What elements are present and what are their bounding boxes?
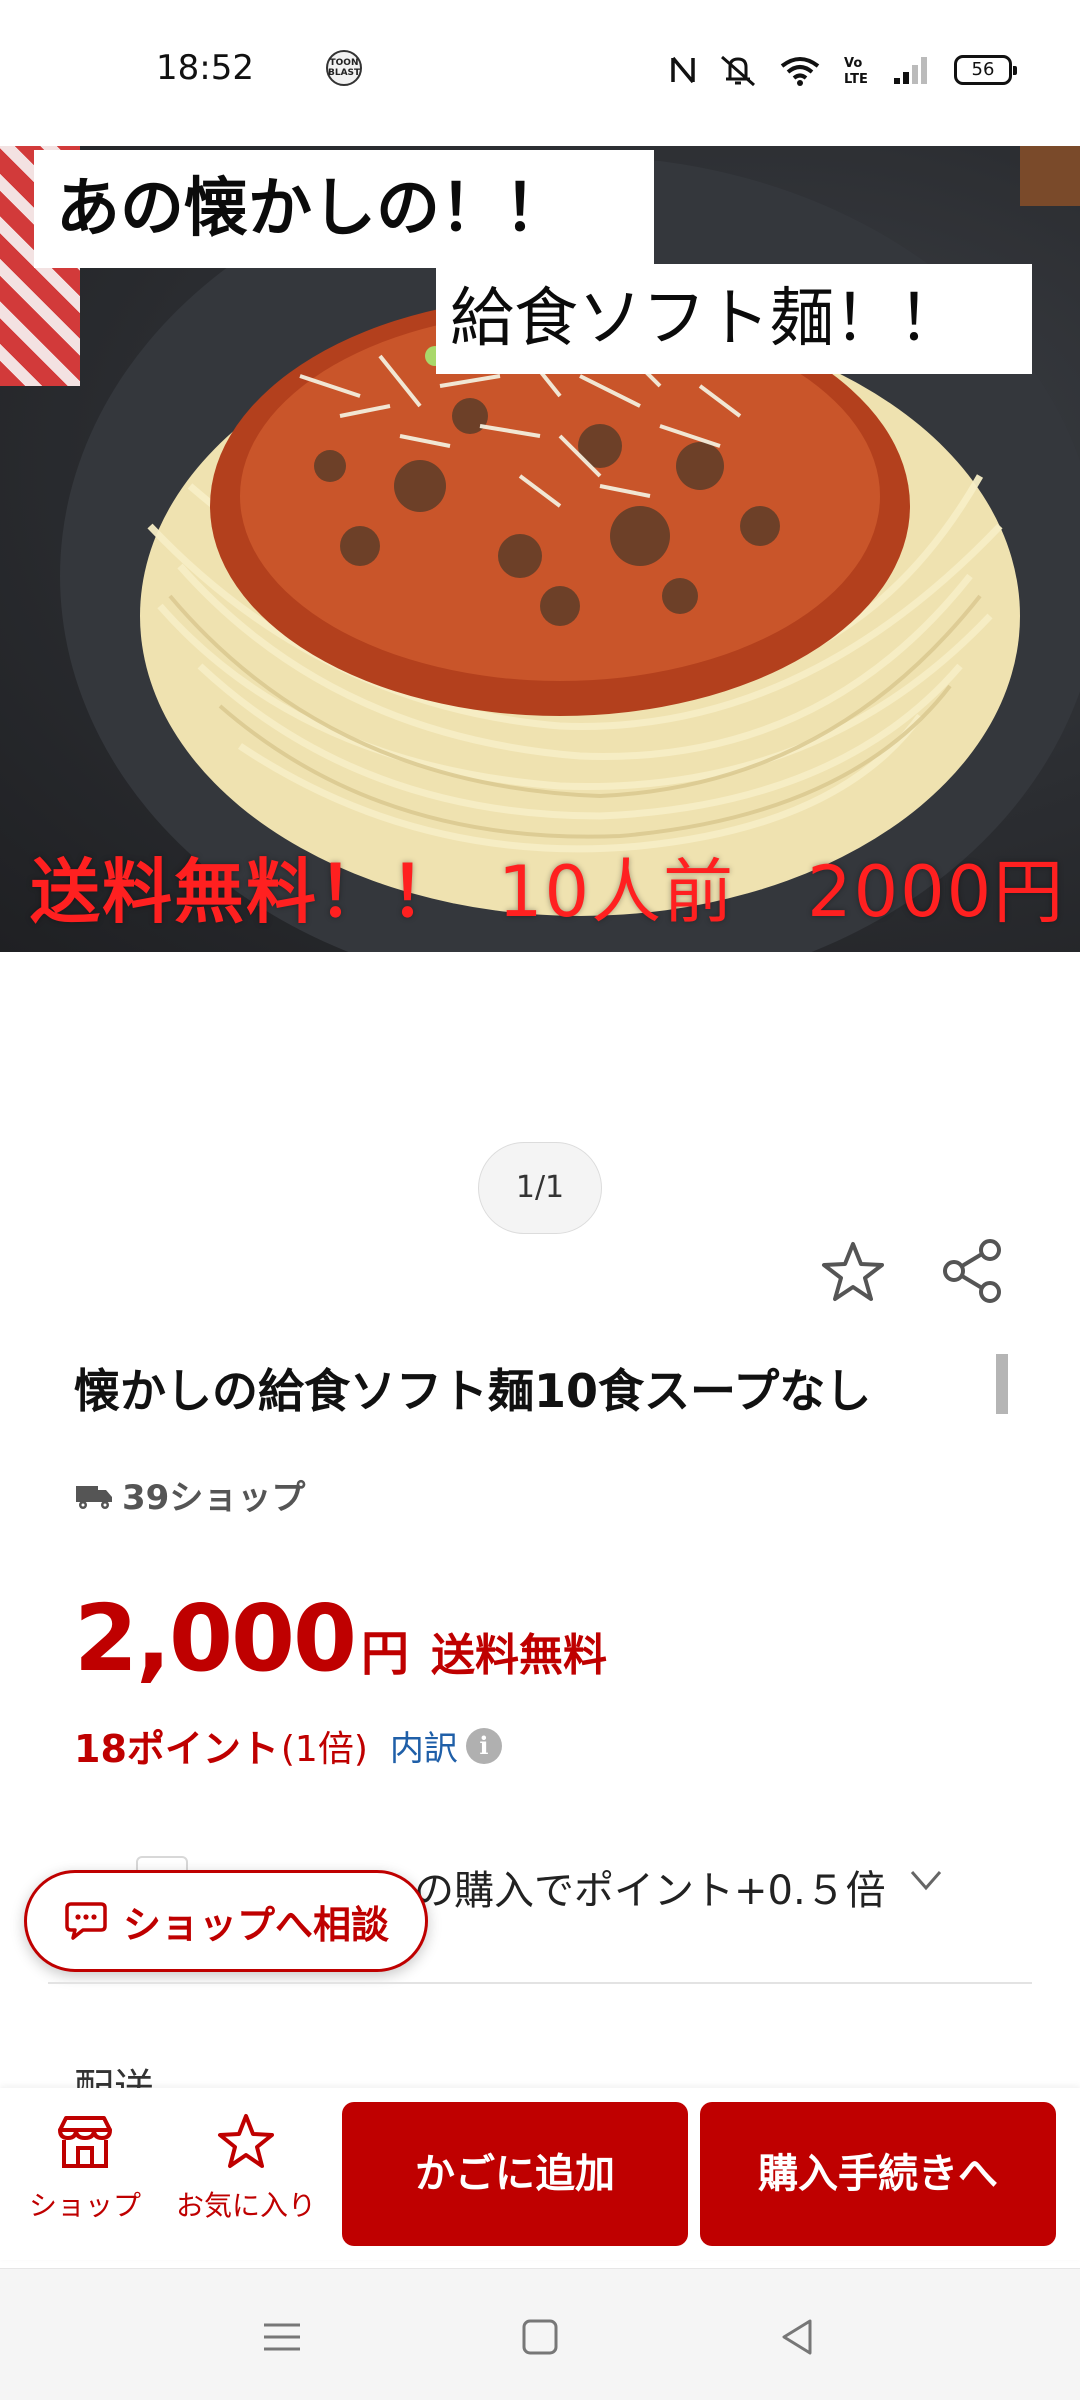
shop-consult-button[interactable]: ショップへ相談 [24,1870,428,1972]
toon-blast-notification-icon: TOON BLAST [326,50,362,86]
hero-subheadline: 給食ソフト麺！！ [436,264,1032,374]
chat-bubble-icon [65,1902,107,1940]
hero-servings-price: 10人前 2000円 [498,851,1066,933]
shop-nav-button[interactable]: ショップ [20,2112,150,2242]
hero-headline: あの懐かしの！！ [34,150,654,268]
mute-bell-icon [721,55,755,87]
add-to-cart-button[interactable]: かごに追加 [342,2102,688,2246]
menu-icon[interactable] [258,2313,306,2361]
product-title: 懐かしの給食ソフト麺10食スープなし [74,1364,872,1418]
system-navigation-bar [0,2268,1080,2400]
share-icon[interactable] [940,1238,1006,1304]
delivery-truck-icon [76,1485,112,1509]
image-counter: 1/1 [478,1142,602,1234]
favorite-star-icon[interactable] [818,1238,888,1308]
battery-icon: 56 [954,55,1017,85]
bottom-action-bar: ショップ お気に入り かごに追加 購入手続きへ [0,2088,1080,2260]
free-shipping-label: 送料無料 [431,1630,608,1681]
favorite-nav-label: お気に入り [175,2189,316,2222]
status-time: 18:52 [156,48,254,88]
point-bonus-text: の購入でポイント+0.５倍 [414,1868,886,1914]
shop-39-badge: 39ショップ [74,1470,305,1519]
points-multiplier: (1倍) [280,1728,368,1770]
nfc-icon [671,56,695,84]
signal-icon [894,57,927,84]
info-icon[interactable]: i [465,1727,502,1764]
checkout-button[interactable]: 購入手続きへ [700,2102,1056,2246]
product-page: 18:52 TOON BLAST Vo LTE 56 あの懐かしの！！ 給食ソフ… [0,0,1080,2400]
section-divider [48,1982,1032,1984]
wifi-icon [780,57,820,86]
points-row: 18ポイント (1倍) 内訳 i [74,1718,502,1773]
storefront-icon [58,2116,112,2168]
hero-free-shipping: 送料無料！！ [30,851,462,933]
svg-text:LTE: LTE [844,72,868,86]
price-currency: 円 [361,1626,410,1682]
home-square-icon[interactable] [516,2313,564,2361]
status-icons: Vo LTE 56 [670,50,1017,90]
favorite-nav-button[interactable]: お気に入り [166,2112,326,2242]
favorite-star-nav-icon [218,2114,274,2168]
chevron-down-icon[interactable] [906,1862,946,1898]
shop-39-label: 39ショップ [122,1478,306,1518]
svg-text:Vo: Vo [844,56,862,71]
product-image[interactable]: あの懐かしの！！ 給食ソフト麺！！ 送料無料！！ 10人前 2000円 [0,146,1080,952]
back-triangle-icon[interactable] [774,2313,822,2361]
price: 2,000 [74,1585,357,1692]
shop-nav-label: ショップ [28,2189,141,2222]
scroll-indicator [996,1354,1008,1414]
price-row: 2,000 円 送料無料 [74,1585,607,1692]
points-breakdown-link[interactable]: 内訳 [390,1721,458,1770]
shop-consult-label: ショップへ相談 [123,1902,390,1947]
status-bar: 18:52 TOON BLAST Vo LTE 56 [0,0,1080,140]
volte-icon: Vo LTE [844,56,868,86]
points-amount: 18ポイント [74,1727,279,1771]
